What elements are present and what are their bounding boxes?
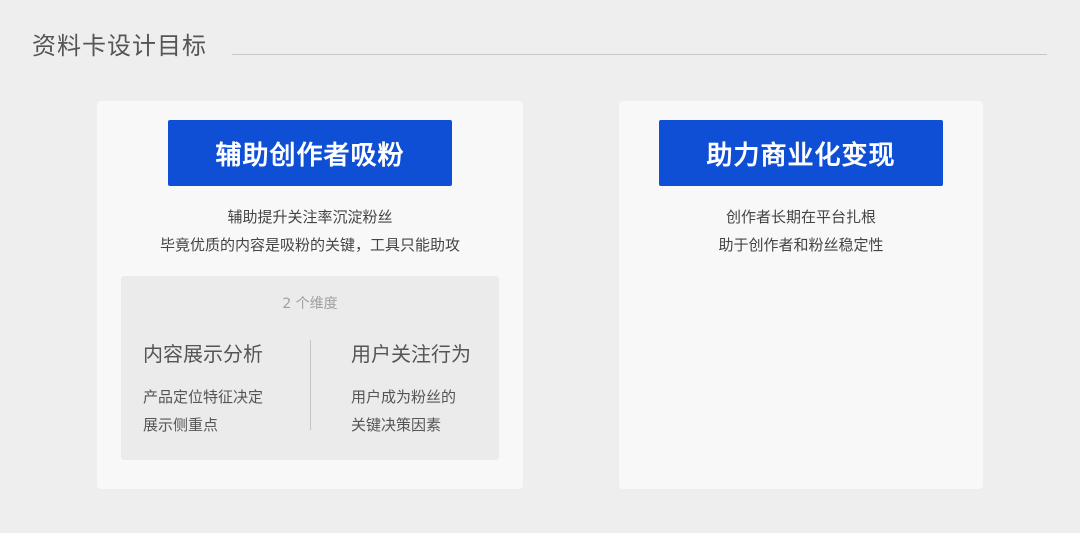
dimension-column-behavior: 用户关注行为 用户成为粉丝的 关键决策因素: [351, 338, 471, 439]
goal-description: 辅助提升关注率沉淀粉丝 毕竟优质的内容是吸粉的关键，工具只能助攻: [97, 203, 523, 259]
dimensions-panel: 2 个维度 内容展示分析 产品定位特征决定 展示侧重点 用户关注行为 用户成为粉…: [121, 276, 499, 460]
goal-button-monetization[interactable]: 助力商业化变现: [659, 120, 943, 186]
dimension-text: 展示侧重点: [143, 416, 219, 434]
dimension-heading: 用户关注行为: [351, 342, 471, 366]
dimension-heading: 内容展示分析: [143, 342, 263, 366]
goal-description: 创作者长期在平台扎根 助于创作者和粉丝稳定性: [619, 203, 983, 259]
header-divider: [232, 54, 1047, 55]
goal-card-fans: 辅助创作者吸粉 辅助提升关注率沉淀粉丝 毕竟优质的内容是吸粉的关键，工具只能助攻…: [97, 101, 523, 489]
section-header: 资料卡设计目标: [32, 26, 207, 61]
goal-description-line: 助于创作者和粉丝稳定性: [718, 236, 884, 254]
dimension-text: 关键决策因素: [351, 416, 442, 434]
goal-card-monetization: 助力商业化变现 创作者长期在平台扎根 助于创作者和粉丝稳定性: [619, 101, 983, 489]
dimension-text: 用户成为粉丝的: [351, 388, 457, 406]
dimension-column-content: 内容展示分析 产品定位特征决定 展示侧重点: [143, 338, 263, 439]
dimensions-title: 2 个维度: [282, 296, 338, 312]
goal-description-line: 毕竟优质的内容是吸粉的关键，工具只能助攻: [159, 236, 460, 254]
section-title: 资料卡设计目标: [32, 32, 207, 60]
goal-description-line: 创作者长期在平台扎根: [725, 208, 876, 226]
dimension-text: 产品定位特征决定: [143, 388, 264, 406]
dimension-divider: [310, 340, 311, 430]
goal-description-line: 辅助提升关注率沉淀粉丝: [227, 208, 393, 226]
goal-button-fans[interactable]: 辅助创作者吸粉: [168, 120, 452, 186]
